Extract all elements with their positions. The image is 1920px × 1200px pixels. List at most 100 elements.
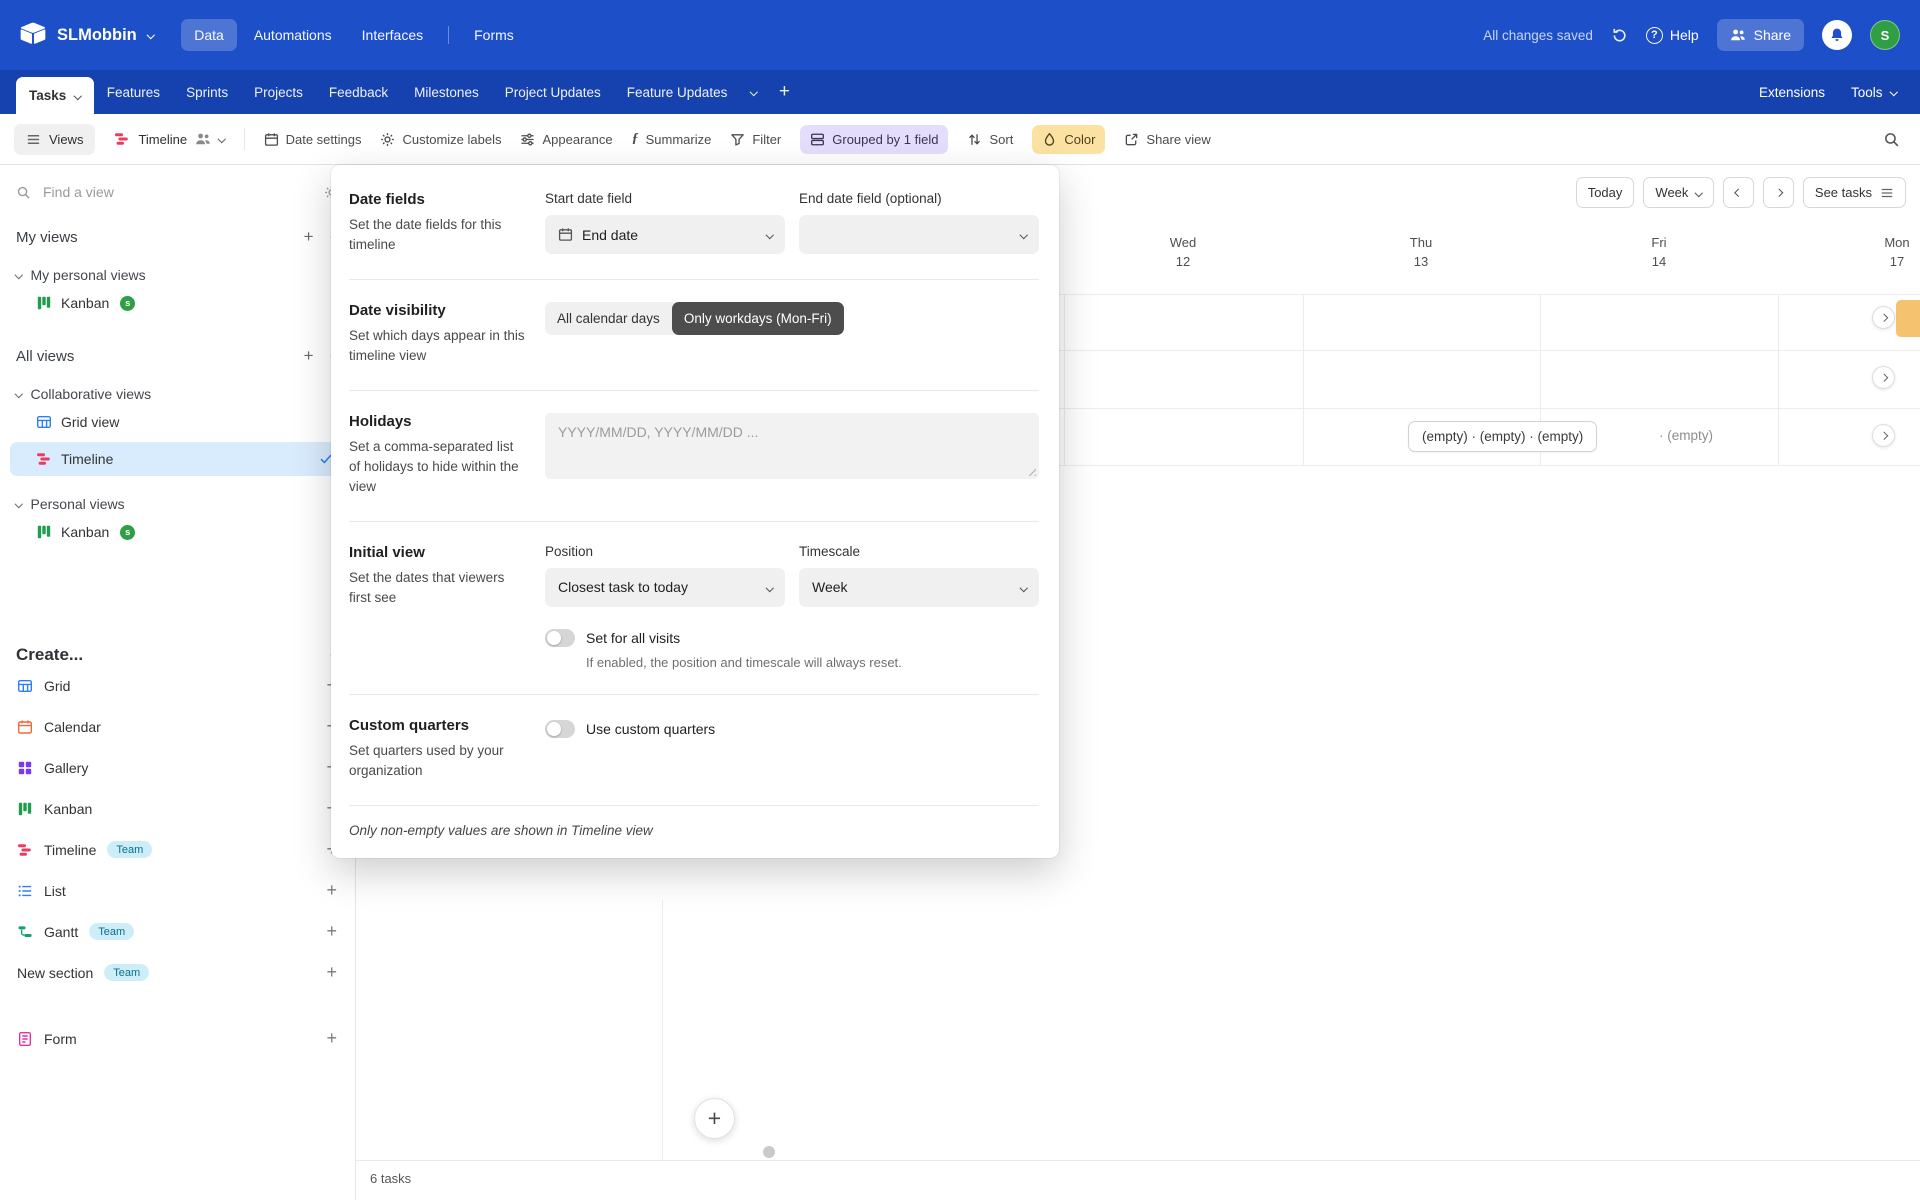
view-item-kanban[interactable]: Kanban s [10,286,345,320]
create-form[interactable]: Form + [0,1018,355,1059]
grouped-label: Grouped by 1 field [832,132,938,147]
user-avatar[interactable]: S [1870,20,1900,50]
workspace-name[interactable]: SLMobbin [57,26,137,45]
personal-views-group[interactable]: Personal views [16,496,339,512]
tab-feedback[interactable]: Feedback [316,70,401,114]
kanban-view-icon [36,295,52,311]
jump-to-record-button[interactable] [1872,306,1895,329]
tools-button[interactable]: Tools [1851,85,1896,100]
toolbar-divider [244,128,245,150]
section-description: Set which days appear in this timeline v… [349,326,527,366]
current-view-switcher[interactable]: Timeline [114,131,224,147]
tab-feature-updates[interactable]: Feature Updates [614,70,741,114]
create-section-header[interactable]: Create... [16,645,337,665]
set-for-all-visits-toggle[interactable] [545,629,575,647]
add-my-view-button[interactable]: + [304,227,314,247]
tables-chevron-down-icon[interactable] [740,70,768,114]
notifications-button[interactable] [1822,20,1852,50]
timescale-select[interactable]: Week [799,568,1039,607]
droplet-icon [1042,132,1057,147]
create-grid[interactable]: Grid + [0,665,355,706]
view-item-label: Kanban [61,295,109,311]
next-period-button[interactable] [1763,177,1794,208]
see-tasks-label: See tasks [1815,185,1872,200]
sort-icon [967,132,982,147]
use-custom-quarters-toggle[interactable] [545,720,575,738]
sort-button[interactable]: Sort [967,132,1013,147]
nav-forms[interactable]: Forms [461,19,527,51]
summarize-button[interactable]: ƒSummarize [632,131,712,147]
summary-bar-divider [356,1160,1920,1161]
tab-sprints[interactable]: Sprints [173,70,241,114]
search-button[interactable] [1883,131,1906,148]
start-date-field-select[interactable]: End date [545,215,785,254]
nav-data[interactable]: Data [181,19,237,51]
today-button[interactable]: Today [1576,177,1635,208]
end-date-field-select[interactable] [799,215,1039,254]
jump-to-record-button[interactable] [1872,366,1895,389]
add-icon[interactable]: + [326,880,337,901]
tab-milestones[interactable]: Milestones [401,70,492,114]
filter-icon [730,132,745,147]
tab-features[interactable]: Features [94,70,173,114]
create-timeline[interactable]: Timeline Team + [0,829,355,870]
tab-project-updates[interactable]: Project Updates [492,70,614,114]
add-view-button[interactable]: + [304,346,314,366]
color-button[interactable]: Color [1032,125,1105,154]
date-settings-button[interactable]: Date settings [264,132,362,147]
share-button[interactable]: Share [1717,19,1804,51]
view-item-grid-view[interactable]: Grid view [10,405,345,439]
find-view-input[interactable] [41,183,314,201]
create-calendar[interactable]: Calendar + [0,706,355,747]
extensions-button[interactable]: Extensions [1759,85,1825,100]
add-icon[interactable]: + [326,921,337,942]
collaborative-views-group[interactable]: Collaborative views [16,386,339,402]
appearance-button[interactable]: Appearance [520,132,612,147]
workspace-chevron-down-icon[interactable] [147,31,155,39]
add-icon[interactable]: + [326,1028,337,1049]
create-gallery[interactable]: Gallery + [0,747,355,788]
share-view-button[interactable]: Share view [1124,132,1210,147]
views-sidebar-toggle[interactable]: Views [14,124,95,155]
view-item-timeline-selected[interactable]: Timeline [10,442,345,476]
timescale-select[interactable]: Week [1643,177,1714,208]
help-button[interactable]: ?Help [1646,27,1699,44]
collapse-chevron-icon [15,271,23,279]
add-table-button[interactable]: + [768,70,801,114]
timeline-view-icon [36,451,52,467]
position-select[interactable]: Closest task to today [545,568,785,607]
all-calendar-days-option[interactable]: All calendar days [545,302,672,335]
customize-labels-label: Customize labels [402,132,501,147]
my-personal-views-group[interactable]: My personal views [16,267,339,283]
create-gantt[interactable]: Gantt Team + [0,911,355,952]
horizontal-scrollbar-thumb[interactable] [763,1146,775,1158]
holidays-input[interactable] [545,413,1039,479]
workdays-only-option[interactable]: Only workdays (Mon-Fri) [672,302,844,335]
filter-button[interactable]: Filter [730,132,781,147]
create-kanban[interactable]: Kanban + [0,788,355,829]
create-list[interactable]: List + [0,870,355,911]
record-card[interactable]: (empty) · (empty) · (empty) [1408,421,1597,452]
add-icon[interactable]: + [326,962,337,983]
prev-period-button[interactable] [1723,177,1754,208]
add-record-button[interactable]: + [694,1098,735,1139]
group-label: Collaborative views [31,386,152,402]
view-item-kanban-personal[interactable]: Kanban s [10,515,345,549]
grid-line [1303,294,1304,466]
tab-projects[interactable]: Projects [241,70,316,114]
create-new-section[interactable]: New section Team + [0,952,355,993]
gallery-view-icon [17,760,33,776]
timeline-view-icon [114,131,130,147]
history-icon[interactable] [1611,27,1628,44]
airtable-logo-icon[interactable] [20,22,46,49]
group-button[interactable]: Grouped by 1 field [800,125,948,154]
nav-automations[interactable]: Automations [241,19,345,51]
jump-to-record-button[interactable] [1872,424,1895,447]
clipped-record-bar[interactable] [1896,300,1920,337]
see-tasks-button[interactable]: See tasks [1803,177,1906,208]
nav-interfaces[interactable]: Interfaces [349,19,436,51]
tab-tasks[interactable]: Tasks [16,77,94,114]
customize-labels-button[interactable]: Customize labels [380,132,501,147]
date-column-header: Mon 17 [1837,235,1920,269]
tab-chevron-down-icon[interactable] [74,92,82,100]
